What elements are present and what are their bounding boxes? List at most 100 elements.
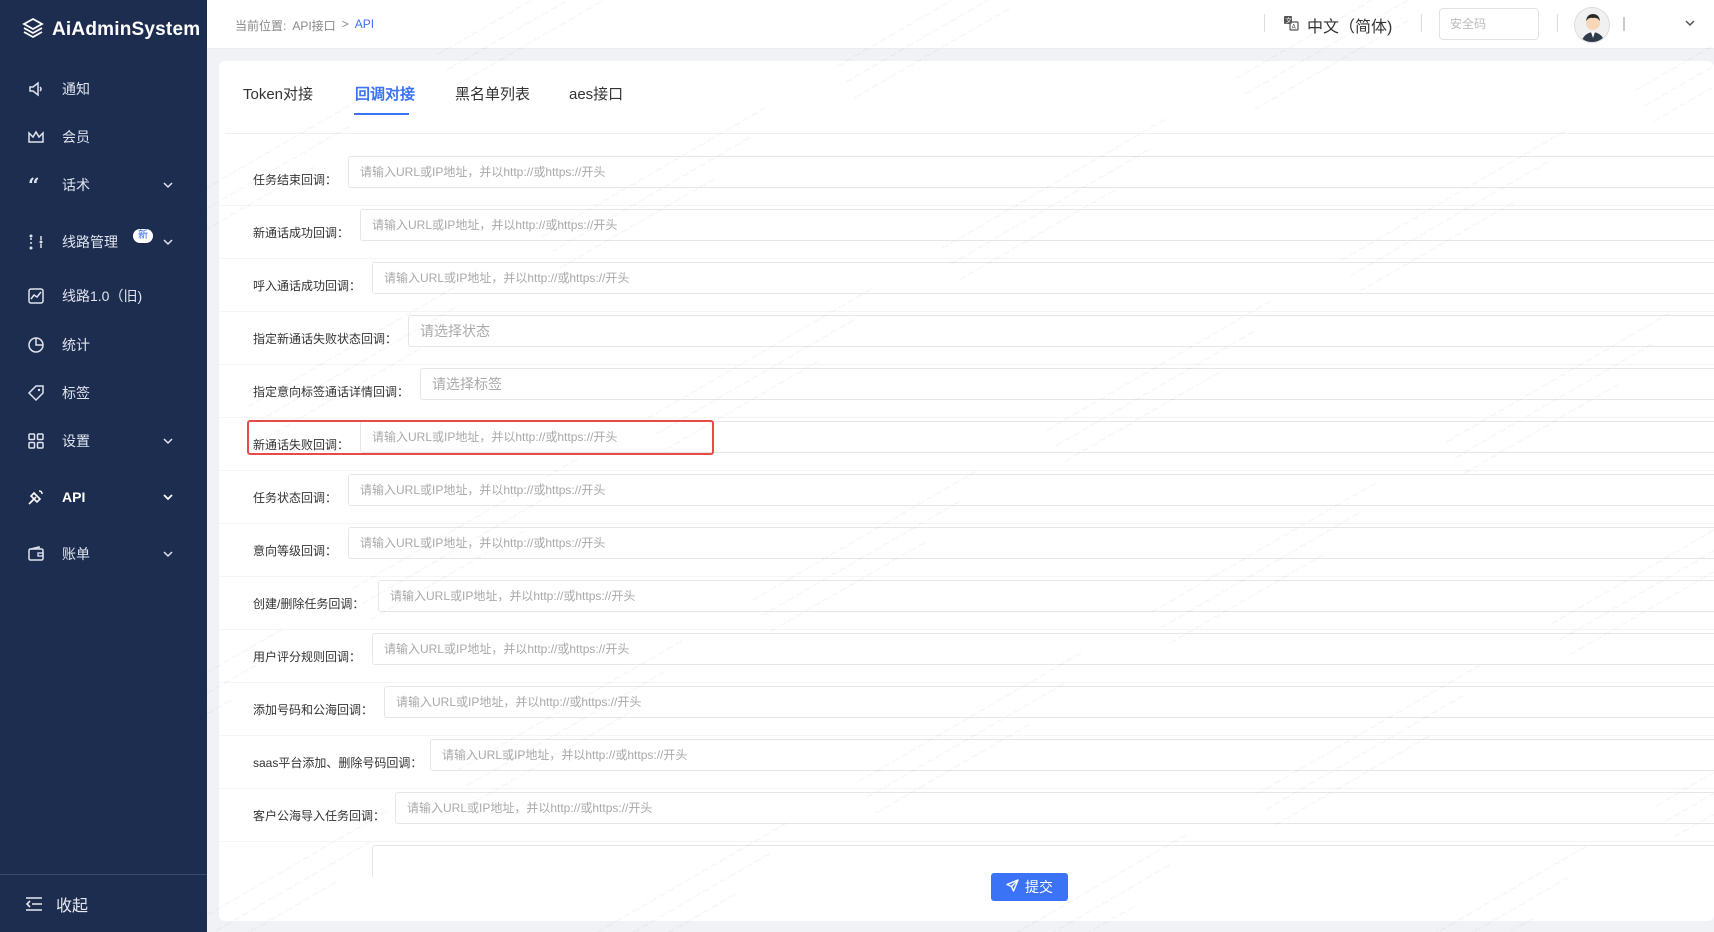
form-row-new-call-success: 新通话成功回调：: [219, 206, 1714, 259]
tab-bar: Token对接 回调对接 黑名单列表 aes接口: [219, 61, 1714, 134]
form-row-task-status: 任务状态回调：: [219, 471, 1714, 524]
breadcrumb-current: API: [354, 17, 375, 31]
satellite-icon: [26, 487, 46, 507]
field-label: 添加号码和公海回调：: [253, 703, 374, 717]
chevron-down-icon: [161, 490, 175, 504]
quote-icon: “: [26, 175, 46, 195]
tab-blacklist[interactable]: 黑名单列表: [455, 83, 530, 104]
breadcrumb-parent[interactable]: API接口: [292, 17, 335, 34]
field-label: 新通话成功回调：: [253, 226, 350, 240]
field-label: 呼入通话成功回调：: [253, 279, 362, 293]
tab-divider: [225, 133, 1714, 134]
pie-icon: [26, 335, 46, 355]
user-score-callback-input[interactable]: [372, 633, 1714, 665]
top-header: 当前位置: API接口 > API 文A 中文（简体): [207, 0, 1714, 49]
chevron-down-icon: [1683, 16, 1697, 35]
field-label: 意向等级回调：: [253, 544, 338, 558]
chevron-down-icon: [161, 434, 175, 448]
form-row-partial: [219, 842, 1714, 895]
sidebar-item-label: 话术: [62, 177, 90, 193]
send-icon: [1006, 879, 1019, 895]
sidebar-item-member[interactable]: 会员: [0, 117, 207, 157]
language-switcher[interactable]: 文A 中文（简体): [1283, 13, 1392, 37]
submit-label: 提交: [1025, 879, 1053, 895]
app-logo[interactable]: AiAdminSystem: [0, 0, 207, 60]
form-row-fail-status: 指定新通话失败状态回调：: [219, 312, 1714, 365]
sidebar-item-label: 设置: [62, 433, 90, 449]
tab-aes[interactable]: aes接口: [569, 83, 623, 104]
layers-logo-icon: [22, 17, 44, 44]
task-status-callback-input[interactable]: [348, 474, 1714, 506]
tag-icon: [26, 383, 46, 403]
sidebar-item-stats[interactable]: 统计: [0, 325, 207, 365]
form-row-intent-level: 意向等级回调：: [219, 524, 1714, 577]
sidebar-item-tags[interactable]: 标签: [0, 373, 207, 413]
collapse-menu-icon: [24, 894, 44, 914]
header-divider: [1421, 14, 1422, 32]
chevron-down-icon: [161, 235, 175, 249]
sidebar-item-notice[interactable]: 通知: [0, 69, 207, 109]
sidebar-item-label: API: [62, 489, 86, 505]
sidebar-item-api[interactable]: API: [0, 477, 207, 517]
field-label: 客户公海导入任务回调：: [253, 809, 386, 823]
sidebar-item-label: 账单: [62, 546, 90, 562]
app-title: AiAdminSystem: [52, 19, 201, 40]
collapse-label: 收起: [56, 897, 89, 915]
task-create-delete-callback-input[interactable]: [378, 580, 1714, 612]
crown-icon: [26, 127, 46, 147]
breadcrumb-separator: >: [341, 17, 349, 31]
avatar[interactable]: [1574, 7, 1610, 43]
route-icon: [26, 232, 46, 252]
sidebar-item-label: 线路1.0（旧): [62, 288, 143, 304]
sidebar-item-billing[interactable]: 账单: [0, 534, 207, 574]
breadcrumb-prefix: 当前位置:: [235, 19, 287, 33]
sidebar-item-label: 线路管理: [62, 234, 118, 250]
task-end-callback-input[interactable]: [348, 156, 1714, 188]
user-menu-dropdown[interactable]: [1623, 14, 1703, 34]
header-divider: [1557, 14, 1558, 32]
tab-token[interactable]: Token对接: [243, 83, 313, 104]
grid-icon: [26, 431, 46, 451]
active-tab-indicator: [354, 113, 409, 115]
new-badge: 新: [133, 229, 153, 243]
pool-import-task-callback-input[interactable]: [395, 792, 1714, 824]
field-label: 任务结束回调：: [253, 173, 338, 187]
sidebar-item-route[interactable]: 线路管理 新: [0, 222, 207, 262]
intent-level-callback-input[interactable]: [348, 527, 1714, 559]
sidebar-item-label: 会员: [62, 129, 90, 145]
sidebar-item-script[interactable]: “ 话术: [0, 165, 207, 205]
field-label: 指定意向标签通话详情回调：: [253, 385, 410, 399]
form-row-intent-tag: 指定意向标签通话详情回调：: [219, 365, 1714, 418]
field-label: 创建/删除任务回调：: [253, 597, 365, 611]
form-row-task-crud: 创建/删除任务回调：: [219, 577, 1714, 630]
inbound-call-success-callback-input[interactable]: [372, 262, 1714, 294]
field-label: 用户评分规则回调：: [253, 650, 362, 664]
translate-icon: 文A: [1283, 15, 1299, 36]
form-row-saas-number: saas平台添加、删除号码回调：: [219, 736, 1714, 789]
collapse-sidebar-button[interactable]: 收起: [0, 874, 207, 932]
field-label: 指定新通话失败状态回调：: [253, 332, 398, 346]
sidebar-item-route-legacy[interactable]: 线路1.0（旧): [0, 276, 207, 316]
tab-callback[interactable]: 回调对接: [355, 83, 415, 104]
safe-code-input[interactable]: [1439, 8, 1539, 40]
form-row-add-number: 添加号码和公海回调：: [219, 683, 1714, 736]
highlight-annotation: [247, 420, 714, 455]
speaker-icon: [26, 79, 46, 99]
intent-tag-select[interactable]: [420, 368, 1714, 400]
form-row-inbound-success: 呼入通话成功回调：: [219, 259, 1714, 312]
sidebar-item-settings[interactable]: 设置: [0, 421, 207, 461]
sidebar-item-label: 标签: [62, 385, 90, 401]
content-card: Token对接 回调对接 黑名单列表 aes接口 任务结束回调： 新通话成功回调…: [219, 61, 1714, 921]
new-call-success-callback-input[interactable]: [360, 209, 1714, 241]
add-number-pool-callback-input[interactable]: [384, 686, 1714, 718]
saas-number-callback-input[interactable]: [430, 739, 1714, 771]
sidebar-item-label: 统计: [62, 337, 90, 353]
sidebar: AiAdminSystem 通知 会员 “ 话术 线路管理 新 线路1.0（旧)…: [0, 0, 207, 932]
wallet-icon: [26, 544, 46, 564]
form-row-task-end: 任务结束回调：: [219, 153, 1714, 206]
field-label: 任务状态回调：: [253, 491, 338, 505]
breadcrumb: 当前位置: API接口 > API: [235, 17, 374, 34]
fail-status-select[interactable]: [408, 315, 1714, 347]
submit-button[interactable]: 提交: [991, 873, 1068, 901]
header-divider: [1264, 14, 1265, 32]
